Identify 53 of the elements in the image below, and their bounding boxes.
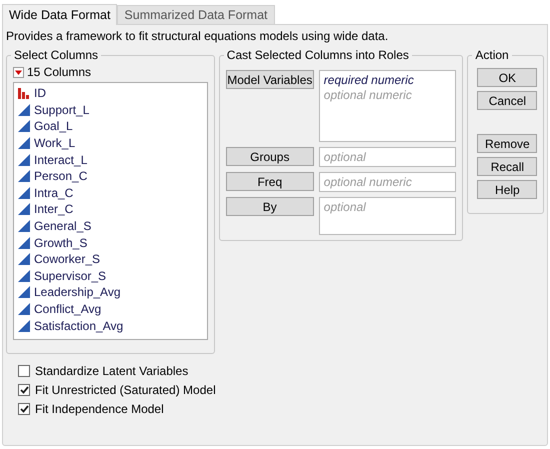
action-button[interactable]: Recall xyxy=(477,157,538,176)
option-label: Fit Independence Model xyxy=(35,402,164,416)
group-title: Cast Selected Columns into Roles xyxy=(226,48,410,62)
column-item[interactable]: Person_C xyxy=(34,169,88,184)
group-title: Select Columns xyxy=(13,48,100,62)
group-title: Action xyxy=(474,48,510,62)
triangle-icon xyxy=(17,120,30,132)
triangle-icon xyxy=(17,320,30,332)
bar-chart-icon xyxy=(17,87,30,100)
triangle-icon xyxy=(17,220,30,232)
option-label: Standardize Latent Variables xyxy=(35,364,188,378)
triangle-icon xyxy=(17,104,30,116)
triangle-icon xyxy=(17,203,30,216)
role-button[interactable]: Freq xyxy=(226,172,314,191)
triangle-icon xyxy=(17,236,30,249)
triangle-icon xyxy=(17,137,30,150)
tab[interactable]: Summarized Data Format xyxy=(117,5,275,24)
triangle-icon xyxy=(17,154,30,166)
column-item[interactable]: Coworker_S xyxy=(34,252,100,266)
checkbox[interactable] xyxy=(18,403,30,415)
tab[interactable]: Wide Data Format xyxy=(2,4,118,25)
action-button[interactable]: Remove xyxy=(477,134,538,153)
column-item[interactable]: Goal_L xyxy=(34,119,73,134)
column-item[interactable]: General_S xyxy=(34,219,92,234)
description-text: Provides a framework to fit structural equations models using wide data. xyxy=(6,29,390,43)
triangle-icon xyxy=(17,170,30,182)
column-item[interactable]: Work_L xyxy=(34,136,76,150)
triangle-icon xyxy=(17,270,30,282)
role-button[interactable]: By xyxy=(226,197,314,216)
triangle-icon xyxy=(17,286,30,298)
action-button[interactable]: OK xyxy=(477,68,538,87)
role-button[interactable]: Model Variables xyxy=(226,70,314,89)
action-button[interactable]: Help xyxy=(477,180,538,199)
role-button[interactable]: Groups xyxy=(226,147,314,166)
column-count: 15 Columns xyxy=(27,65,92,79)
checkbox[interactable] xyxy=(18,365,30,377)
column-item[interactable]: Conflict_Avg xyxy=(34,302,102,316)
column-item[interactable]: Growth_S xyxy=(34,236,88,250)
column-item[interactable]: Inter_C xyxy=(34,202,74,216)
column-item[interactable]: Interact_L xyxy=(34,152,88,167)
column-item[interactable]: Supervisor_S xyxy=(34,268,106,283)
triangle-icon xyxy=(17,303,30,316)
column-item[interactable]: Leadership_Avg xyxy=(34,285,121,300)
action-button[interactable]: Cancel xyxy=(477,91,538,110)
column-item[interactable]: Intra_C xyxy=(34,186,74,200)
triangle-icon xyxy=(17,186,30,199)
checkbox[interactable] xyxy=(18,384,30,396)
column-item[interactable]: Support_L xyxy=(34,102,90,117)
column-item[interactable]: Satisfaction_Avg xyxy=(34,318,124,333)
role-drop-field[interactable]: required numeric optional numeric xyxy=(318,70,456,142)
option-label: Fit Unrestricted (Saturated) Model xyxy=(35,383,216,397)
column-item[interactable]: ID xyxy=(34,86,46,100)
triangle-icon xyxy=(17,253,30,266)
